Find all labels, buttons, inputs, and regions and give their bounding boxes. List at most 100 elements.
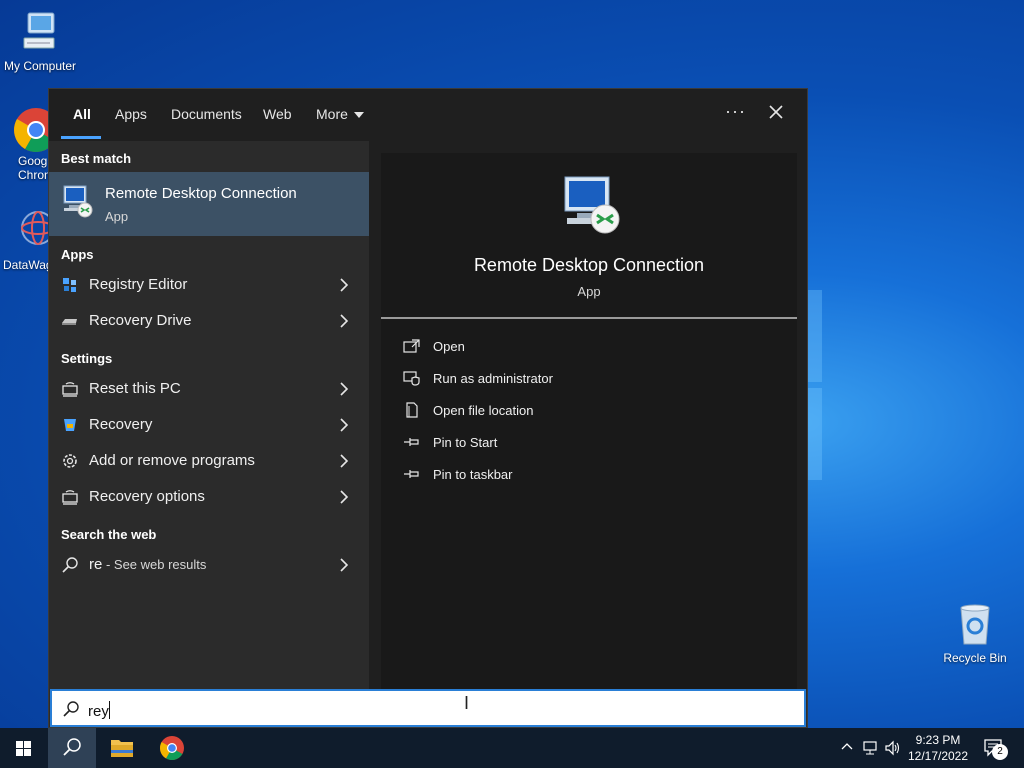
action-label: Open	[433, 339, 465, 354]
reset-pc-icon	[61, 380, 79, 398]
search-input[interactable]: rey	[88, 701, 110, 720]
text-caret	[108, 701, 110, 719]
search-input-value: rey	[88, 703, 109, 720]
close-button[interactable]	[765, 101, 787, 123]
desktop-icon-recycle-bin[interactable]: Recycle Bin	[935, 602, 1015, 665]
drive-icon	[61, 312, 79, 330]
result-label: Recovery options	[89, 488, 205, 505]
action-open-file-location[interactable]: Open file location	[403, 399, 783, 423]
notification-count-badge: 2	[992, 744, 1008, 760]
chevron-right-icon[interactable]	[339, 490, 349, 504]
taskbar-file-explorer[interactable]	[98, 728, 146, 768]
result-label: Add or remove programs	[89, 452, 255, 469]
action-label: Pin to Start	[433, 435, 498, 450]
search-icon	[62, 700, 80, 723]
tab-more-label: More	[316, 106, 348, 122]
taskbar: 9:23 PM 12/17/2022 2	[0, 728, 1024, 768]
section-heading-search-web: Search the web	[61, 527, 157, 542]
best-match-item[interactable]: Remote Desktop Connection App	[49, 172, 369, 236]
desktop-icon-label: Recycle Bin	[943, 651, 1007, 665]
result-item-web-search[interactable]: re - See web results	[49, 547, 369, 583]
tab-all[interactable]: All	[73, 106, 91, 122]
section-heading-apps: Apps	[61, 247, 94, 262]
detail-panel-content: Remote Desktop Connection App Open Run a…	[381, 153, 797, 689]
chevron-right-icon[interactable]	[339, 382, 349, 396]
pin-icon	[403, 466, 421, 482]
result-item-recovery-options[interactable]: Recovery options	[49, 479, 369, 515]
tab-documents[interactable]: Documents	[171, 106, 242, 122]
chevron-right-icon[interactable]	[339, 314, 349, 328]
chevron-right-icon[interactable]	[339, 278, 349, 292]
desktop-icon-label: My Computer	[3, 59, 77, 73]
wallpaper-light-beam	[808, 290, 822, 382]
chevron-down-icon	[353, 112, 364, 119]
result-label: Recovery Drive	[89, 312, 192, 329]
taskbar-search-button[interactable]	[48, 728, 96, 768]
search-panel: All Apps Documents Web More ··· Best mat…	[48, 88, 808, 728]
desktop-icon-my-computer[interactable]: My Computer	[0, 10, 80, 73]
section-heading-best-match: Best match	[61, 151, 132, 166]
action-open[interactable]: Open	[403, 335, 783, 359]
close-icon	[769, 105, 783, 119]
open-icon	[403, 338, 421, 354]
more-options-button[interactable]: ···	[725, 101, 746, 122]
chevron-right-icon[interactable]	[339, 454, 349, 468]
search-icon	[63, 738, 81, 756]
desktop-icon-label: Goog Chron	[18, 154, 51, 182]
result-item-recovery-drive[interactable]: Recovery Drive	[49, 303, 369, 339]
results-list: Best match Remote Desktop Connection App…	[49, 141, 369, 689]
text-cursor-icon: I	[464, 693, 470, 713]
remote-desktop-icon	[61, 184, 93, 223]
start-button[interactable]	[0, 728, 48, 768]
chevron-right-icon[interactable]	[339, 558, 349, 572]
active-tab-indicator	[61, 136, 101, 139]
action-label: Run as administrator	[433, 371, 553, 386]
web-query: re	[89, 556, 103, 573]
result-item-reset-this-pc[interactable]: Reset this PC	[49, 371, 369, 407]
detail-divider	[381, 317, 797, 319]
chevron-up-icon[interactable]	[840, 740, 854, 759]
tab-more[interactable]: More	[316, 106, 364, 122]
detail-panel: Remote Desktop Connection App Open Run a…	[369, 141, 807, 689]
result-label: re - See web results	[89, 556, 206, 573]
result-item-recovery[interactable]: Recovery	[49, 407, 369, 443]
gear-icon	[61, 452, 79, 470]
result-label: Recovery	[89, 416, 153, 433]
best-match-title: Remote Desktop Connection	[105, 185, 297, 202]
detail-title: Remote Desktop Connection	[473, 255, 705, 275]
wallpaper-light-beam	[808, 388, 822, 480]
reset-pc-icon	[61, 488, 79, 506]
folder-icon	[111, 740, 133, 757]
tab-web[interactable]: Web	[263, 106, 292, 122]
chrome-icon	[159, 736, 184, 761]
registry-icon	[61, 276, 79, 294]
recovery-icon	[61, 416, 79, 434]
windows-logo-icon	[16, 741, 31, 756]
chevron-right-icon[interactable]	[339, 418, 349, 432]
action-label: Open file location	[433, 403, 534, 418]
search-tabs: All Apps Documents Web More ···	[49, 89, 807, 141]
action-pin-to-start[interactable]: Pin to Start	[403, 431, 783, 455]
pin-icon	[403, 434, 421, 450]
action-label: Pin to taskbar	[433, 467, 513, 482]
clock-time: 9:23 PM	[915, 733, 961, 747]
action-run-as-administrator[interactable]: Run as administrator	[403, 367, 783, 391]
result-label: Registry Editor	[89, 276, 188, 293]
clock[interactable]: 9:23 PM 12/17/2022	[904, 732, 972, 764]
shield-icon	[403, 370, 421, 386]
tab-apps[interactable]: Apps	[115, 106, 147, 122]
file-location-icon	[403, 402, 421, 418]
result-item-registry-editor[interactable]: Registry Editor	[49, 267, 369, 303]
search-box[interactable]: rey	[50, 689, 806, 727]
network-icon[interactable]	[862, 740, 880, 761]
volume-icon[interactable]	[884, 740, 902, 761]
best-match-subtitle: App	[105, 209, 129, 224]
taskbar-chrome[interactable]	[148, 728, 196, 768]
detail-subtitle: App	[577, 284, 601, 299]
remote-desktop-icon	[561, 173, 623, 242]
computer-icon	[0, 10, 80, 57]
action-pin-to-taskbar[interactable]: Pin to taskbar	[403, 463, 783, 487]
clock-date: 12/17/2022	[907, 749, 969, 763]
result-item-add-remove-programs[interactable]: Add or remove programs	[49, 443, 369, 479]
desktop-icon-label: DataWag	[3, 258, 53, 272]
